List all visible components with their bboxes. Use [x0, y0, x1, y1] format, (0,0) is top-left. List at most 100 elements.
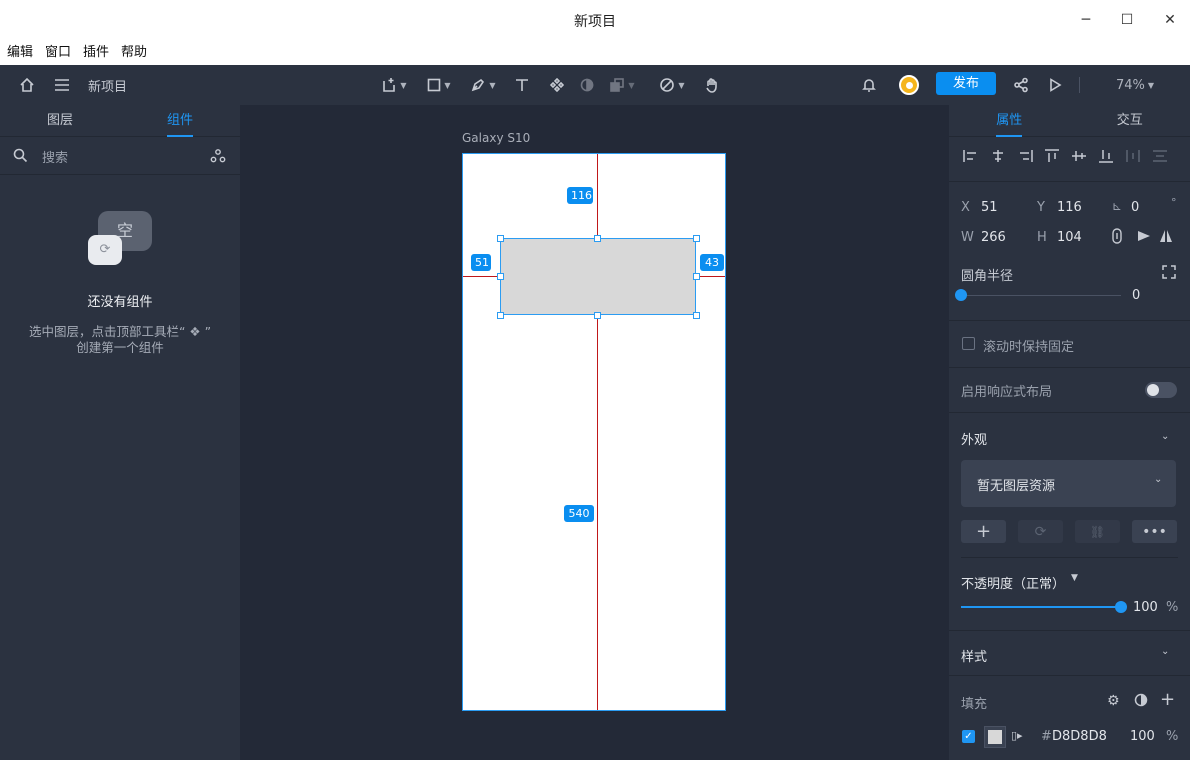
- refresh-resource-button[interactable]: ⟳: [1018, 520, 1063, 543]
- distribute-horizontal-icon[interactable]: [1125, 149, 1141, 163]
- y-label: Y: [1037, 200, 1045, 215]
- more-options-button[interactable]: •••: [1132, 520, 1177, 543]
- responsive-section: 启用响应式布局: [949, 367, 1190, 412]
- style-collapse-icon[interactable]: ⌄: [1161, 646, 1169, 657]
- lock-ratio-icon[interactable]: [1112, 228, 1122, 248]
- w-field[interactable]: 266: [981, 230, 1006, 245]
- resize-handle[interactable]: [497, 312, 504, 319]
- measure-left-tag: 51: [471, 254, 491, 271]
- avatar[interactable]: [898, 65, 920, 105]
- fixed-scroll-section: 滚动时保持固定: [949, 320, 1190, 367]
- align-top-icon[interactable]: [1044, 149, 1060, 163]
- x-field[interactable]: 51: [981, 200, 998, 215]
- fill-type-icon[interactable]: ▯▸: [1011, 729, 1023, 742]
- minimize-button[interactable]: ─: [1074, 8, 1098, 32]
- resize-handle[interactable]: [497, 273, 504, 280]
- fill-opacity-field[interactable]: 100: [1130, 729, 1155, 744]
- component-library-icon[interactable]: [210, 148, 226, 168]
- home-icon[interactable]: [16, 65, 38, 105]
- y-field[interactable]: 116: [1057, 200, 1082, 215]
- selected-rectangle[interactable]: [500, 238, 696, 315]
- properties-panel: 属性 交互 X 51 Y 116 ⊾ 0 ° W 266 H 104 圆角半径 …: [949, 105, 1190, 760]
- flip-vertical-icon[interactable]: [1159, 229, 1173, 247]
- artboard-label[interactable]: Galaxy S10: [462, 131, 530, 145]
- zoom-dropdown[interactable]: 74% ▼: [1110, 65, 1160, 105]
- pen-tool-icon[interactable]: ▼: [467, 65, 499, 105]
- share-icon[interactable]: [1010, 65, 1032, 105]
- add-fill-icon[interactable]: +: [1160, 689, 1175, 710]
- menu-help[interactable]: 帮助: [121, 40, 147, 65]
- resize-handle[interactable]: [693, 235, 700, 242]
- layer-resource-dropdown[interactable]: 暂无图层资源 ⌄: [961, 460, 1176, 507]
- add-resource-button[interactable]: +: [961, 520, 1006, 543]
- hamburger-menu-icon[interactable]: [51, 65, 73, 105]
- fill-settings-gear-icon[interactable]: ⚙: [1107, 693, 1120, 709]
- opacity-mode-chevron-icon[interactable]: ▼: [1071, 573, 1078, 583]
- rotation-field[interactable]: 0: [1131, 200, 1139, 215]
- text-tool-icon[interactable]: [512, 65, 532, 105]
- unlink-resource-button[interactable]: ⛓: [1075, 520, 1120, 543]
- mask-tool-icon[interactable]: [578, 65, 596, 105]
- fill-contrast-icon[interactable]: [1134, 693, 1148, 711]
- boolean-tool-icon[interactable]: ▼: [606, 65, 638, 105]
- opacity-label[interactable]: 不透明度（正常）: [961, 573, 1065, 592]
- appearance-collapse-icon[interactable]: ⌄: [1161, 431, 1169, 442]
- scissors-tool-icon[interactable]: ▼: [656, 65, 688, 105]
- rectangle-tool-icon[interactable]: ▼: [423, 65, 455, 105]
- tab-layers[interactable]: 图层: [0, 105, 120, 136]
- tab-properties[interactable]: 属性: [949, 105, 1070, 137]
- artboard-tool-icon[interactable]: ▼: [378, 65, 410, 105]
- layer-resource-label: 暂无图层资源: [977, 479, 1056, 494]
- window-titlebar: 新项目 ─ ☐ ✕: [0, 0, 1190, 40]
- corner-radius-value[interactable]: 0: [1132, 288, 1140, 303]
- resize-handle[interactable]: [693, 312, 700, 319]
- tab-interactions[interactable]: 交互: [1070, 105, 1190, 136]
- left-panel-tabs: 图层 组件: [0, 105, 240, 137]
- zoom-value: 74%: [1115, 77, 1145, 93]
- hand-tool-icon[interactable]: [702, 65, 722, 105]
- search-input[interactable]: 搜索: [42, 147, 68, 166]
- responsive-toggle[interactable]: [1145, 382, 1177, 398]
- menu-edit[interactable]: 编辑: [7, 40, 33, 65]
- align-right-icon[interactable]: [1017, 149, 1033, 163]
- fill-enabled-checkbox[interactable]: ✓: [962, 730, 975, 743]
- opacity-value[interactable]: 100: [1133, 600, 1158, 615]
- notification-bell-icon[interactable]: [859, 65, 879, 105]
- artboard[interactable]: 116 51 43 540: [462, 153, 726, 711]
- fill-hash: #: [1041, 729, 1052, 744]
- menu-window[interactable]: 窗口: [45, 40, 71, 65]
- resize-handle[interactable]: [594, 312, 601, 319]
- opacity-section: 不透明度（正常） ▼ 100 %: [961, 557, 1178, 630]
- component-tool-icon[interactable]: [548, 65, 566, 105]
- corner-radius-thumb[interactable]: [955, 289, 967, 301]
- h-field[interactable]: 104: [1057, 230, 1082, 245]
- resize-handle[interactable]: [497, 235, 504, 242]
- maximize-button[interactable]: ☐: [1115, 8, 1139, 32]
- preview-play-icon[interactable]: [1044, 65, 1066, 105]
- menu-bar: 编辑 窗口 插件 帮助: [0, 40, 1190, 65]
- publish-button[interactable]: 发布: [936, 72, 996, 95]
- opacity-thumb[interactable]: [1115, 601, 1127, 613]
- resize-handle[interactable]: [594, 235, 601, 242]
- opacity-slider[interactable]: [961, 606, 1121, 608]
- close-button[interactable]: ✕: [1158, 8, 1182, 32]
- align-middle-icon[interactable]: [1071, 149, 1087, 163]
- top-toolbar: 新项目 ▼ ▼ ▼ ▼ ▼ 74% ▼: [0, 65, 1190, 105]
- fill-color-swatch[interactable]: [984, 726, 1006, 748]
- resize-handle[interactable]: [693, 273, 700, 280]
- corner-radius-slider[interactable]: [961, 295, 1121, 296]
- align-left-icon[interactable]: [963, 149, 979, 163]
- tab-components[interactable]: 组件: [120, 105, 240, 137]
- distribute-vertical-icon[interactable]: [1152, 149, 1168, 163]
- design-canvas[interactable]: Galaxy S10 116 51 43 540: [240, 105, 949, 760]
- align-bottom-icon[interactable]: [1098, 149, 1114, 163]
- empty-description-line2: 创建第一个组件: [76, 340, 164, 355]
- chevron-down-icon: ⌄: [1154, 474, 1163, 485]
- measure-top-tag: 116: [567, 187, 593, 204]
- fixed-scroll-checkbox[interactable]: [962, 337, 975, 350]
- flip-horizontal-icon[interactable]: [1137, 229, 1151, 247]
- align-center-icon[interactable]: [990, 149, 1006, 163]
- fill-hex-field[interactable]: D8D8D8: [1052, 729, 1107, 744]
- independent-corners-icon[interactable]: [1162, 265, 1176, 283]
- menu-plugins[interactable]: 插件: [83, 40, 109, 65]
